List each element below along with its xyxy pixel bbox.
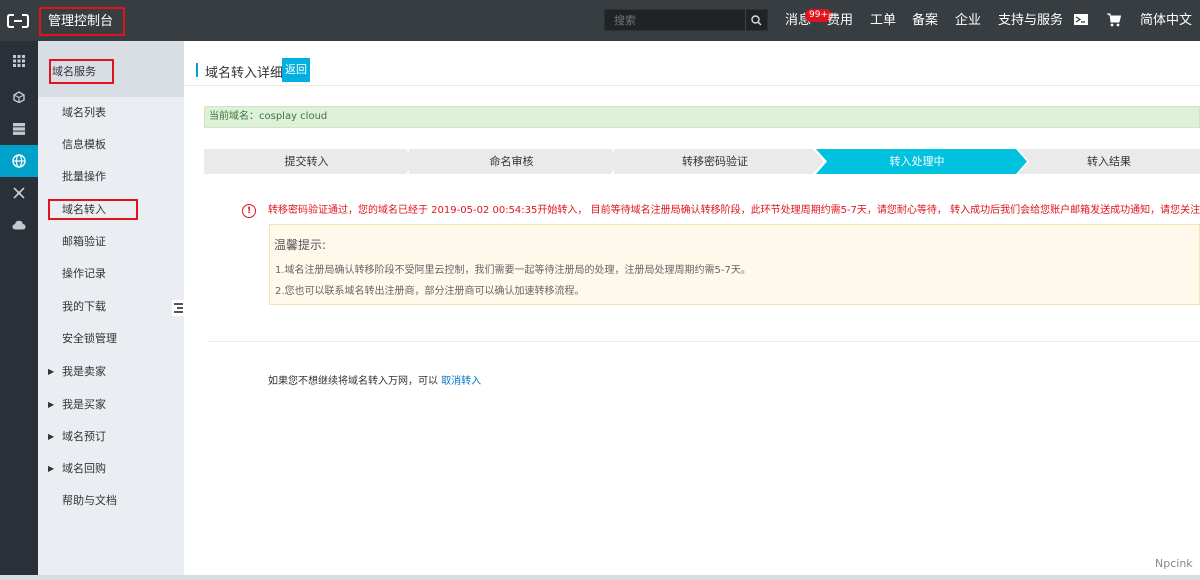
sidebar-item-info-template[interactable]: 信息模板	[38, 135, 184, 155]
sidebar-item-buyer[interactable]: ▶ 我是买家	[38, 395, 184, 415]
tip-line-2: 2.您也可以联系域名转出注册商，部分注册商可以确认加速转移流程。	[275, 286, 585, 297]
caret-right-icon: ▶	[48, 432, 55, 441]
caret-right-icon: ▶	[48, 367, 55, 376]
sidebar-item-label: 域名回购	[62, 462, 106, 475]
back-button[interactable]: 返回	[282, 58, 310, 82]
main-content: 域名转入详细 返回 当前域名：cosplay cloud 提交转入 命名审核 转…	[184, 41, 1200, 580]
caret-right-icon: ▶	[48, 400, 55, 409]
nav-enterprise[interactable]: 企业	[955, 0, 981, 41]
top-bar: 管理控制台 消息 99+ 费用 工单 备案 企业 支持与服务 简体中文	[0, 0, 1200, 41]
sidebar-item-seller[interactable]: ▶ 我是卖家	[38, 362, 184, 382]
sidebar: 域名服务 域名列表 信息模板 批量操作 域名转入 邮箱验证 操作记录 我的下载 …	[38, 41, 184, 580]
bottom-scroll-band	[0, 575, 1200, 580]
globe-icon[interactable]	[0, 145, 38, 177]
aliyun-logo-icon[interactable]	[0, 0, 36, 41]
nav-support[interactable]: 支持与服务	[998, 0, 1063, 41]
cube-icon[interactable]	[0, 81, 38, 113]
step-submit: 提交转入	[204, 149, 419, 174]
caret-right-icon: ▶	[48, 464, 55, 473]
current-domain-bar: 当前域名：cosplay cloud	[204, 106, 1200, 128]
sidebar-item-label: 我是买家	[62, 398, 106, 411]
step-label: 转入处理中	[889, 155, 945, 168]
step-result: 转入结果	[1018, 149, 1200, 174]
header-divider	[184, 85, 1200, 86]
network-icon[interactable]	[0, 177, 38, 209]
warning-icon: !	[242, 204, 256, 218]
search-input[interactable]	[605, 10, 745, 30]
sidebar-item-help[interactable]: 帮助与文档	[38, 491, 184, 511]
nav-icp[interactable]: 备案	[912, 0, 938, 41]
search-box	[604, 9, 768, 31]
nav-language[interactable]: 简体中文	[1140, 0, 1192, 41]
sidebar-item-reserve[interactable]: ▶ 域名预订	[38, 427, 184, 447]
sidebar-item-label: 域名预订	[62, 430, 106, 443]
step-label: 提交转入	[284, 155, 329, 168]
sidebar-item-domain-list[interactable]: 域名列表	[38, 103, 184, 123]
cancel-hint: 如果您不想继续将域名转入万网，可以 取消转入	[268, 372, 481, 387]
sidebar-title[interactable]: 域名服务	[49, 59, 114, 84]
sidebar-item-op-log[interactable]: 操作记录	[38, 264, 184, 284]
sidebar-item-buyback[interactable]: ▶ 域名回购	[38, 459, 184, 479]
progress-steps: 提交转入 命名审核 转移密码验证 转入处理中 转入结果	[204, 149, 1200, 174]
step-label: 命名审核	[489, 155, 534, 168]
nav-billing[interactable]: 费用	[827, 0, 853, 41]
sidebar-item-label: 我是卖家	[62, 365, 106, 378]
step-processing: 转入处理中	[816, 149, 1027, 174]
section-divider	[208, 341, 1200, 342]
cancel-hint-text: 如果您不想继续将域名转入万网，可以	[268, 376, 438, 387]
transfer-notice: ! 转移密码验证通过，您的域名已经于 2019-05-02 00:54:35开始…	[242, 201, 1200, 221]
notice-text: 转移密码验证通过，您的域名已经于 2019-05-02 00:54:35开始转入…	[268, 205, 1200, 216]
sidebar-item-security-lock[interactable]: 安全锁管理	[38, 329, 184, 349]
tip-title: 温馨提示:	[274, 238, 327, 252]
step-name-review: 命名审核	[409, 149, 624, 174]
server-icon[interactable]	[0, 113, 38, 145]
cancel-transfer-link[interactable]: 取消转入	[441, 376, 481, 387]
step-label: 转移密码验证	[682, 155, 748, 168]
cart-icon[interactable]	[1107, 13, 1122, 27]
page-title: 域名转入详细	[205, 66, 284, 81]
console-title[interactable]: 管理控制台	[39, 7, 125, 36]
tip-line-1: 1.域名注册局确认转移阶段不受阿里云控制，我们需要一起等待注册局的处理，注册局处…	[275, 265, 751, 276]
step-auth-code: 转移密码验证	[614, 149, 826, 174]
mail-icon[interactable]	[1074, 14, 1088, 27]
step-label: 转入结果	[1087, 155, 1131, 168]
sidebar-item-domain-transfer[interactable]: 域名转入	[38, 200, 184, 220]
search-icon[interactable]	[745, 10, 767, 30]
nav-tickets[interactable]: 工单	[870, 0, 896, 41]
cloud-icon[interactable]	[0, 209, 38, 241]
watermark: Npcink	[1155, 557, 1193, 570]
sidebar-item-batch-ops[interactable]: 批量操作	[38, 167, 184, 187]
tip-box: 温馨提示: 1.域名注册局确认转移阶段不受阿里云控制，我们需要一起等待注册局的处…	[269, 224, 1200, 305]
grid-icon[interactable]	[0, 45, 38, 77]
sidebar-header: 域名服务	[38, 41, 184, 97]
sidebar-item-email-verify[interactable]: 邮箱验证	[38, 232, 184, 252]
icon-rail	[0, 41, 38, 580]
title-accent	[196, 63, 198, 77]
sidebar-item-downloads[interactable]: 我的下载	[38, 297, 184, 317]
